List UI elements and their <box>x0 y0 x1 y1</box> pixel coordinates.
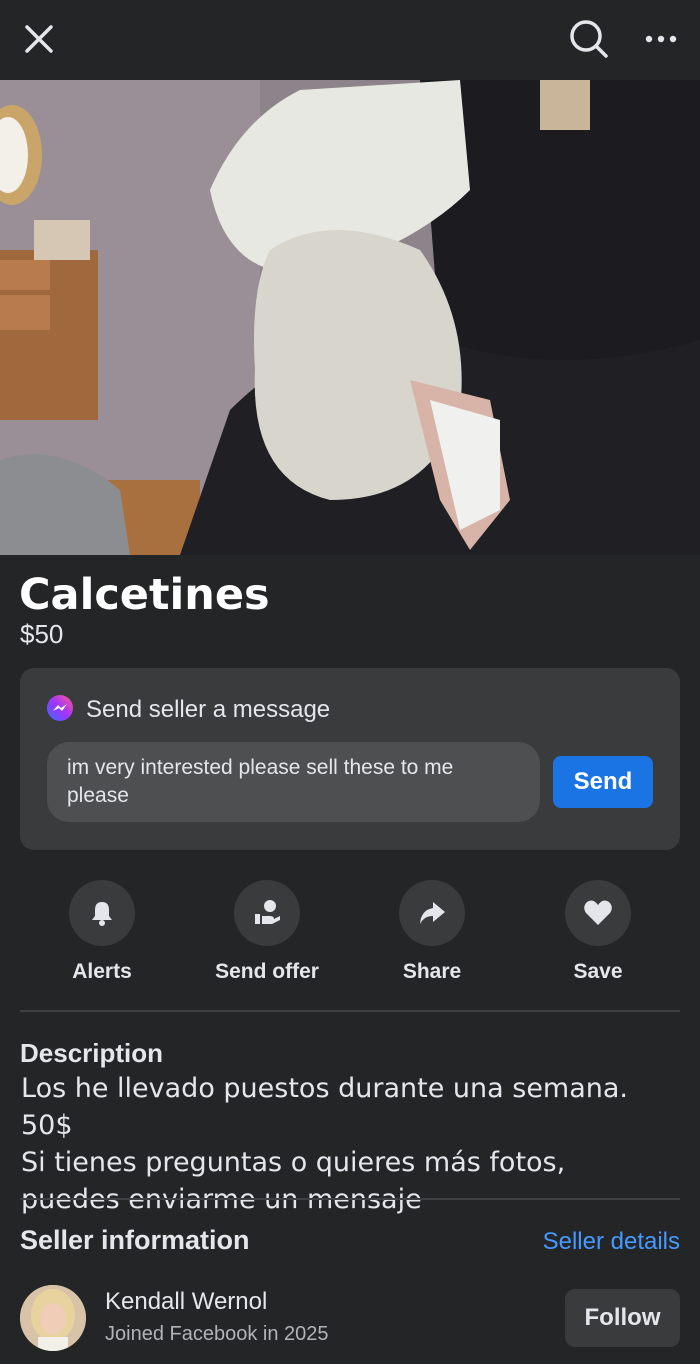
seller-joined: Joined Facebook in 2025 <box>105 1323 329 1345</box>
more-icon[interactable] <box>640 18 682 60</box>
listing-title: Calcetines <box>19 570 270 620</box>
divider <box>20 1010 680 1012</box>
description-line: Si tienes preguntas o quieres más fotos,… <box>21 1147 566 1215</box>
messenger-icon <box>46 694 74 727</box>
description-heading: Description <box>20 1038 164 1068</box>
listing-photo[interactable] <box>0 80 700 555</box>
offer-icon <box>234 880 300 946</box>
share-button[interactable]: Share <box>362 880 502 984</box>
description-text: Los he llevado puestos durante una seman… <box>21 1070 671 1218</box>
seller-details-link[interactable]: Seller details <box>543 1228 680 1256</box>
message-input[interactable]: im very interested please sell these to … <box>47 742 540 822</box>
send-offer-label: Send offer <box>215 960 319 983</box>
save-button[interactable]: Save <box>528 880 668 984</box>
action-bar: Alerts Send offer Share Save <box>0 880 700 990</box>
send-button[interactable]: Send <box>553 756 653 808</box>
heart-icon <box>565 880 631 946</box>
save-label: Save <box>573 960 623 983</box>
message-header: Send seller a message <box>46 694 330 726</box>
description-line: Los he llevado puestos durante una seman… <box>21 1073 629 1141</box>
close-icon[interactable] <box>18 18 60 60</box>
listing-price: $50 <box>20 619 64 649</box>
share-label: Share <box>402 960 462 983</box>
message-seller-card: Send seller a message im very interested… <box>20 668 680 850</box>
avatar[interactable] <box>20 1285 86 1351</box>
bell-icon <box>69 880 135 946</box>
seller-heading: Seller information <box>20 1225 250 1255</box>
search-icon[interactable] <box>566 16 610 60</box>
seller-name[interactable]: Kendall Wernol <box>105 1288 267 1316</box>
alerts-button[interactable]: Alerts <box>32 880 172 984</box>
message-header-label: Send seller a message <box>86 696 331 723</box>
share-icon <box>399 880 465 946</box>
divider <box>20 1198 680 1200</box>
alerts-label: Alerts <box>72 960 132 983</box>
top-bar <box>0 0 700 80</box>
follow-button[interactable]: Follow <box>565 1289 680 1347</box>
send-offer-button[interactable]: Send offer <box>197 880 337 984</box>
